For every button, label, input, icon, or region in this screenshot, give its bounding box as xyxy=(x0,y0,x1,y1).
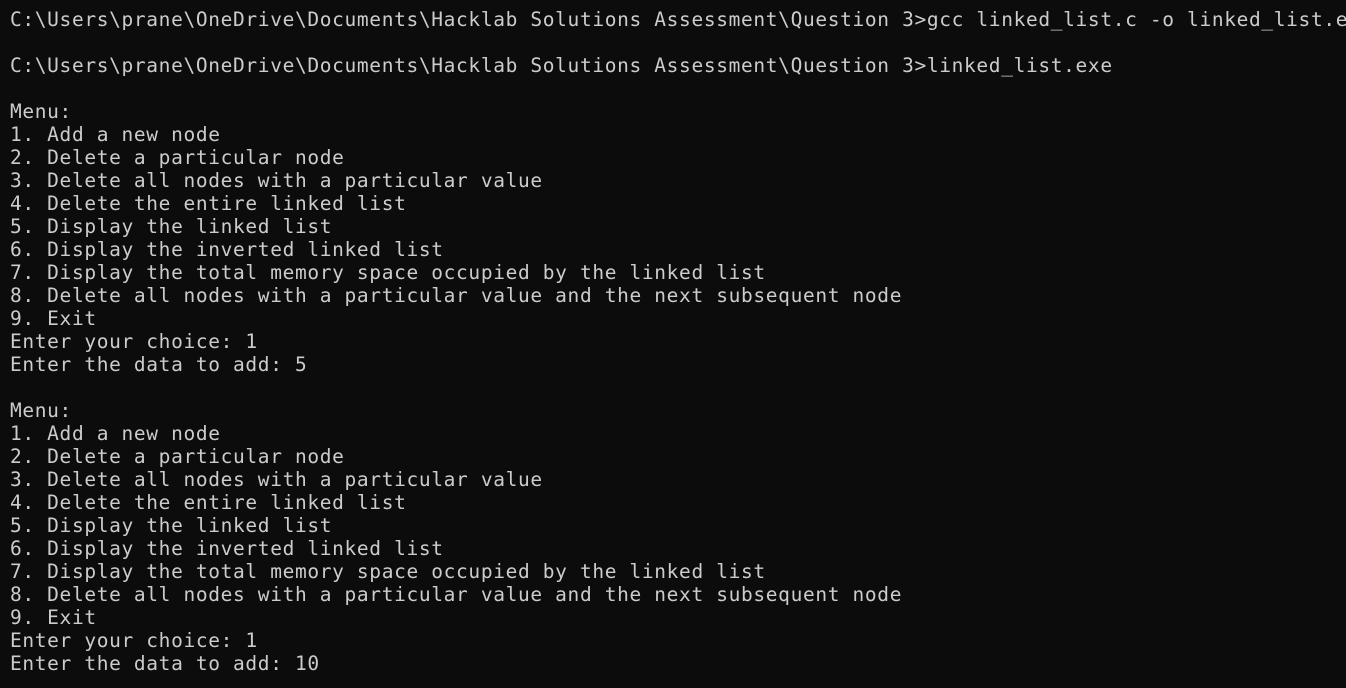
menu-option: 3. Delete all nodes with a particular va… xyxy=(10,169,543,192)
menu-option: 5. Display the linked list xyxy=(10,514,333,537)
menu-option: 3. Delete all nodes with a particular va… xyxy=(10,468,543,491)
menu-option: 1. Add a new node xyxy=(10,123,221,146)
menu-option: 8. Delete all nodes with a particular va… xyxy=(10,583,903,606)
choice-prompt: Enter your choice: 1 xyxy=(10,330,258,353)
menu-option: 9. Exit xyxy=(10,606,97,629)
menu-option: 6. Display the inverted linked list xyxy=(10,537,444,560)
command-line-compile: C:\Users\prane\OneDrive\Documents\Hackla… xyxy=(10,8,1346,31)
menu-option: 9. Exit xyxy=(10,307,97,330)
menu-option: 2. Delete a particular node xyxy=(10,146,345,169)
menu-option: 8. Delete all nodes with a particular va… xyxy=(10,284,903,307)
menu-option: 5. Display the linked list xyxy=(10,215,333,238)
data-prompt: Enter the data to add: 10 xyxy=(10,652,320,675)
choice-prompt: Enter your choice: 1 xyxy=(10,629,258,652)
data-prompt: Enter the data to add: 5 xyxy=(10,353,308,376)
menu-heading: Menu: xyxy=(10,399,72,422)
command-line-run: C:\Users\prane\OneDrive\Documents\Hackla… xyxy=(10,54,1113,77)
menu-option: 7. Display the total memory space occupi… xyxy=(10,261,766,284)
menu-option: 7. Display the total memory space occupi… xyxy=(10,560,766,583)
menu-option: 6. Display the inverted linked list xyxy=(10,238,444,261)
menu-option: 4. Delete the entire linked list xyxy=(10,192,407,215)
menu-heading: Menu: xyxy=(10,100,72,123)
menu-option: 1. Add a new node xyxy=(10,422,221,445)
menu-option: 2. Delete a particular node xyxy=(10,445,345,468)
terminal-window[interactable]: C:\Users\prane\OneDrive\Documents\Hackla… xyxy=(0,0,1346,688)
menu-option: 4. Delete the entire linked list xyxy=(10,491,407,514)
